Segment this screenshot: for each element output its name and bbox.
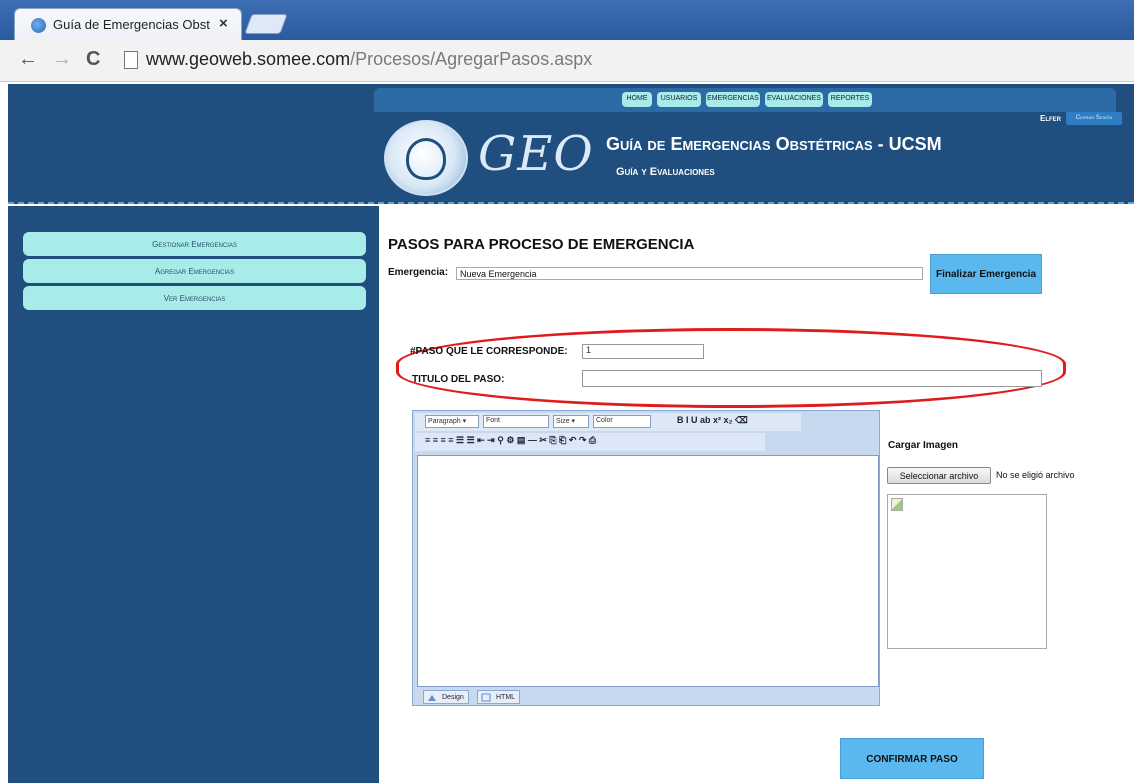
file-status-text: No se eligió archivo — [996, 470, 1075, 480]
browser-tab-strip: Guía de Emergencias Obst × — [0, 0, 1134, 40]
editor-mode-tabs: Design HTML — [417, 689, 879, 705]
highlight-annotation — [396, 328, 1066, 408]
sidebar: Gestionar Emergencias Agregar Emergencia… — [8, 206, 379, 783]
tab-title: Guía de Emergencias Obst — [53, 17, 210, 32]
design-icon — [428, 695, 436, 701]
page-title: PASOS PARA PROCESO DE EMERGENCIA — [388, 236, 695, 253]
tab-html[interactable]: HTML — [477, 690, 521, 704]
size-select[interactable]: Size ▾ — [553, 415, 589, 428]
user-name: Elfer — [1040, 114, 1062, 123]
browser-tab[interactable]: Guía de Emergencias Obst × — [14, 8, 242, 40]
step-title-input[interactable] — [582, 370, 1042, 387]
font-select[interactable]: Font — [483, 415, 549, 428]
logo-text: GEO — [478, 126, 594, 182]
sidebar-item-gestionar-emergencias[interactable]: Gestionar Emergencias — [23, 232, 366, 256]
site-subtitle: Guía y Evaluaciones — [616, 166, 715, 178]
html-icon — [481, 693, 491, 702]
sidebar-item-ver-emergencias[interactable]: Ver Emergencias — [23, 286, 366, 310]
editor-toolbar-row-2: ≡ ≡ ≡ ≡ ☰ ☰ ⇤ ⇥ ⚲ ⚙ ▤ ― ✂ ⎘ ⎗ ↶ ↷ ⎙ — [415, 433, 765, 451]
globe-icon — [31, 18, 46, 33]
image-preview — [887, 494, 1047, 649]
alignment-list-buttons[interactable]: ≡ ≡ ≡ ≡ ☰ ☰ ⇤ ⇥ ⚲ ⚙ ▤ ― ✂ ⎘ ⎗ ↶ ↷ ⎙ — [425, 435, 596, 446]
top-navigation: Home Usuarios Emergencias Evaluaciones R… — [374, 88, 1116, 112]
new-tab-button[interactable] — [244, 14, 288, 34]
upload-image-label: Cargar Imagen — [888, 440, 959, 451]
nav-link-evaluaciones[interactable]: Evaluaciones — [765, 92, 823, 107]
page-icon — [124, 51, 138, 69]
nav-link-emergencias[interactable]: Emergencias — [706, 92, 760, 107]
step-title-label: TITULO DEL PASO: — [412, 374, 505, 385]
back-arrow-icon[interactable]: ← — [18, 48, 38, 71]
step-number-label: #PASO QUE LE CORRESPONDE: — [410, 346, 568, 357]
forward-arrow-icon[interactable]: → — [52, 48, 72, 71]
url-host: www.geoweb.somee.com — [146, 49, 351, 69]
finalize-emergency-button[interactable]: Finalizar Emergencia — [930, 254, 1042, 294]
address-bar[interactable]: www.geoweb.somee.com/Procesos/AgregarPas… — [146, 49, 592, 70]
step-number-input[interactable]: 1 — [582, 344, 704, 359]
choose-file-button[interactable]: Seleccionar archivo — [887, 467, 991, 484]
browser-toolbar: ← → C www.geoweb.somee.com/Procesos/Agre… — [0, 40, 1134, 82]
nav-link-usuarios[interactable]: Usuarios — [657, 92, 701, 107]
format-buttons[interactable]: B I U ab x² x₂ ⌫ — [677, 415, 748, 426]
tab-close-icon[interactable]: × — [219, 15, 228, 32]
rich-text-editor: Paragraph ▾ Font Size ▾ Color B I U ab x… — [412, 410, 880, 706]
editor-content-area[interactable] — [417, 455, 879, 687]
web-page: Home Usuarios Emergencias Evaluaciones R… — [8, 84, 1134, 783]
color-select[interactable]: Color — [593, 415, 651, 428]
url-path: /Procesos/AgregarPasos.aspx — [350, 49, 593, 69]
emergency-input[interactable] — [456, 267, 923, 280]
site-header: Home Usuarios Emergencias Evaluaciones R… — [8, 84, 1134, 204]
nav-link-home[interactable]: Home — [622, 92, 652, 107]
editor-toolbar-row-1: Paragraph ▾ Font Size ▾ Color B I U ab x… — [415, 413, 801, 431]
logout-button[interactable]: Cerrar Sesión — [1066, 112, 1122, 125]
reload-icon[interactable]: C — [86, 48, 100, 71]
broken-image-icon — [891, 498, 903, 511]
tab-design-label: Design — [442, 694, 464, 701]
emergency-label: Emergencia: — [388, 267, 449, 278]
confirm-step-button[interactable]: CONFIRMAR PASO — [840, 738, 984, 779]
paragraph-select[interactable]: Paragraph ▾ — [425, 415, 479, 428]
tab-html-label: HTML — [496, 694, 516, 701]
tab-design[interactable]: Design — [423, 690, 469, 704]
site-title: Guía de Emergencias Obstétricas - UCSM — [606, 134, 942, 154]
nav-link-reportes[interactable]: Reportes — [828, 92, 872, 107]
baby-logo-icon — [406, 138, 446, 180]
sidebar-item-agregar-emergencias[interactable]: Agregar Emergencias — [23, 259, 366, 283]
